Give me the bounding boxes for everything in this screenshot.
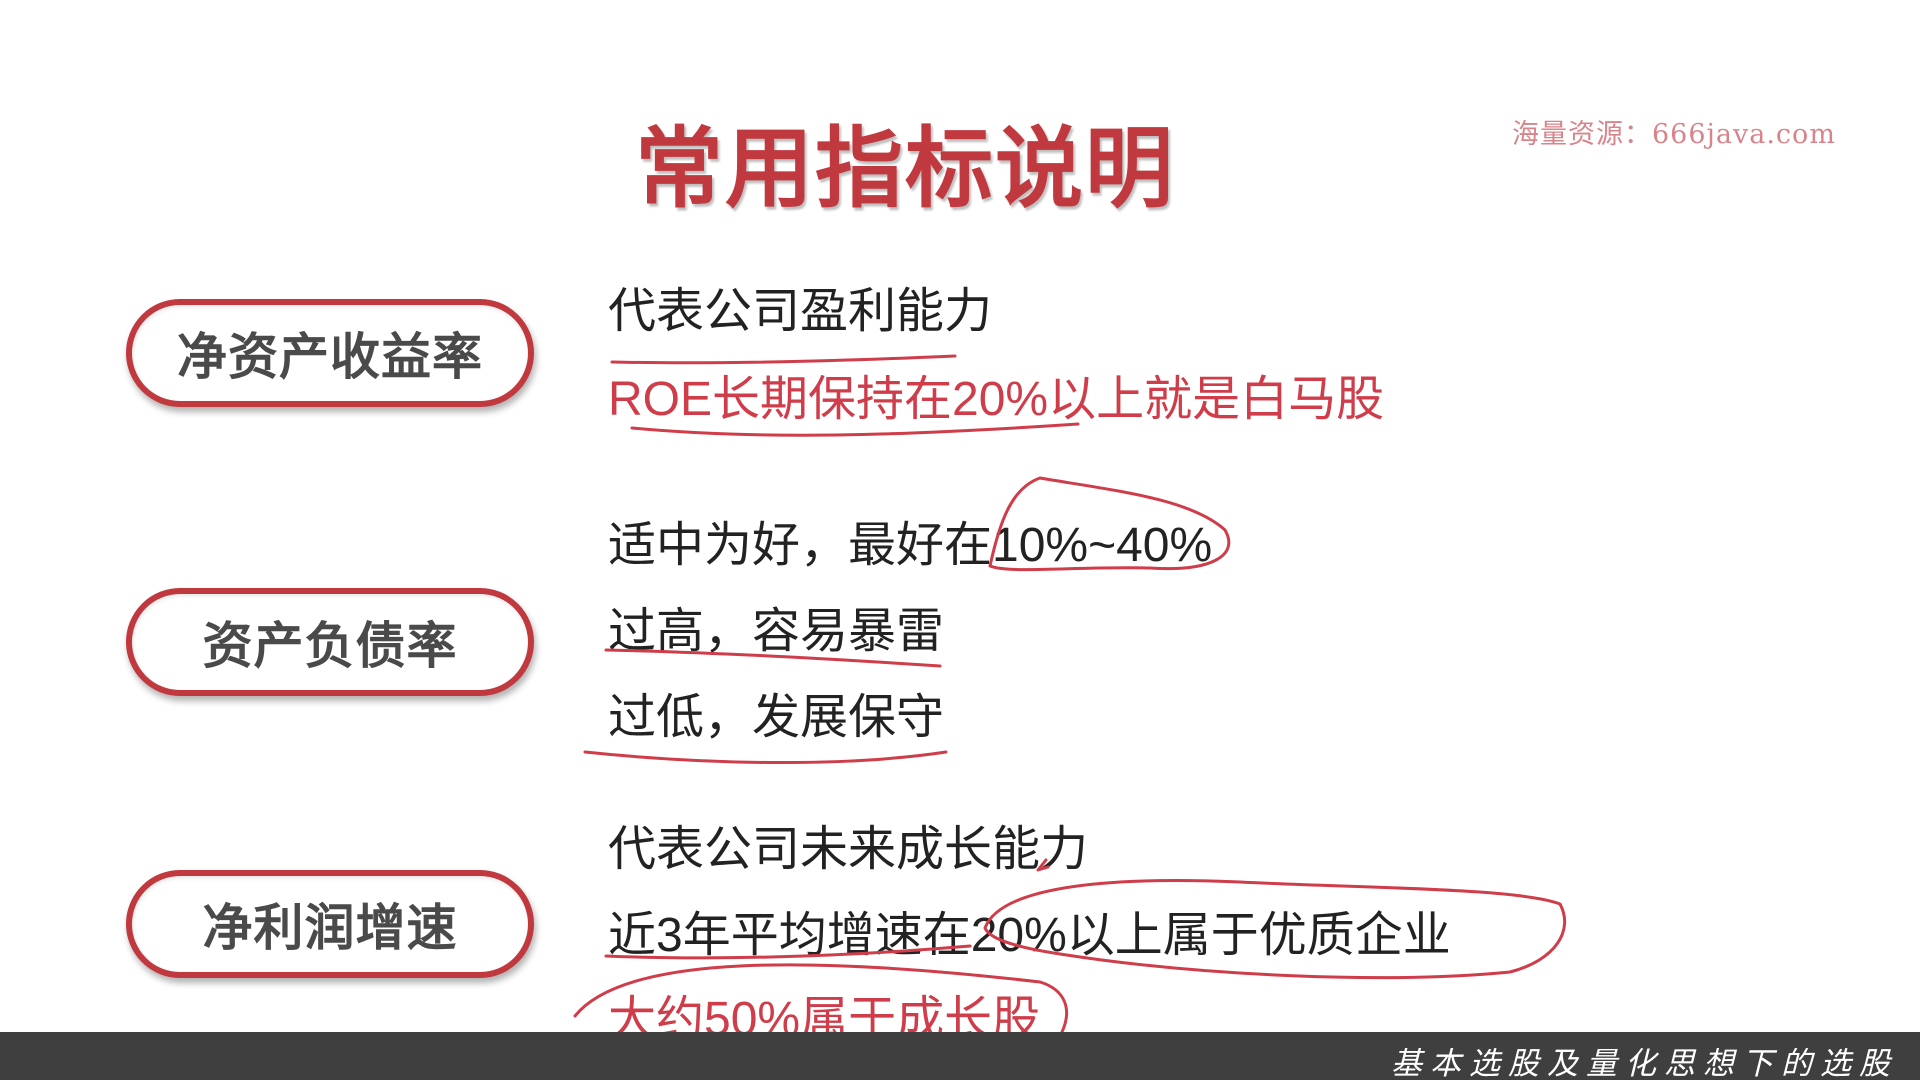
label-debt-ratio: 资产负债率 [126,588,534,696]
roe-line-1: 代表公司盈利能力 [608,285,993,338]
underline-debt-3 [583,750,948,765]
bottom-caption-bar: 基本选股及量化思想下的选股 [0,1032,1920,1082]
growth-line-2: 近3年平均增速在20%以上属于优质企业 [608,909,1451,962]
debt-line-3: 过低，发展保守 [608,691,945,744]
growth-line-1: 代表公司未来成长能力 [608,823,1089,876]
roe-line-2: ROE长期保持在20%以上就是白马股 [608,373,1385,426]
label-profit-growth: 净利润增速 [126,870,534,978]
label-roe: 净资产收益率 [126,299,534,407]
debt-line-1: 适中为好，最好在10%~40% [608,519,1213,572]
debt-line-2: 过高，容易暴雷 [608,605,945,658]
caption-text: 基本选股及量化思想下的选股 [1391,1046,1898,1082]
underline-roe-1 [610,354,957,365]
watermark-text: 海量资源：666java.com [1512,119,1836,150]
